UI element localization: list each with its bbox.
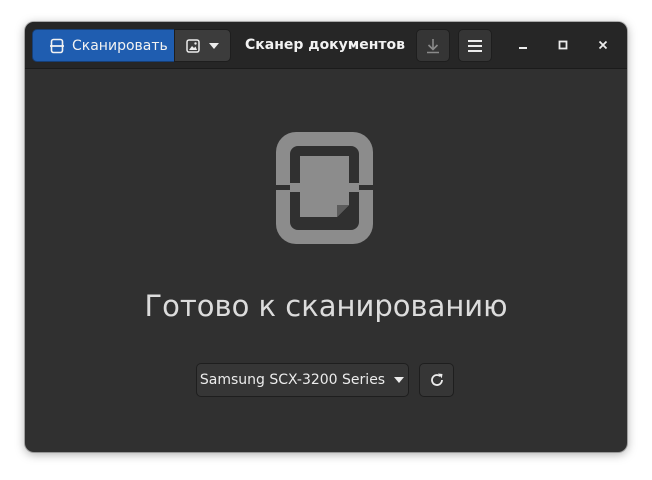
image-icon bbox=[185, 38, 200, 53]
chevron-down-icon bbox=[208, 42, 220, 50]
close-button[interactable] bbox=[591, 33, 615, 57]
hamburger-menu-icon bbox=[467, 39, 483, 53]
scan-button-label: Сканировать bbox=[72, 37, 168, 54]
window-title: Сканер документов bbox=[244, 37, 406, 53]
status-message: Готово к сканированию bbox=[144, 289, 508, 323]
document-scanner-icon bbox=[276, 132, 373, 244]
scan-type-menu-button[interactable] bbox=[174, 29, 231, 62]
device-select-label: Samsung SCX-3200 Series bbox=[199, 372, 386, 388]
header-bar: Сканировать Сканер документов bbox=[25, 22, 627, 69]
refresh-icon bbox=[429, 372, 445, 388]
chevron-down-icon bbox=[393, 376, 405, 384]
scan-button[interactable]: Сканировать bbox=[32, 29, 175, 62]
maximize-button[interactable] bbox=[551, 33, 575, 57]
download-icon bbox=[425, 38, 441, 54]
scanner-device-select[interactable]: Samsung SCX-3200 Series bbox=[196, 363, 409, 397]
save-button[interactable] bbox=[416, 29, 450, 62]
minimize-button[interactable] bbox=[511, 33, 535, 57]
maximize-icon bbox=[558, 40, 568, 50]
app-window: Сканировать Сканер документов Готово к с… bbox=[25, 22, 627, 452]
scanner-icon bbox=[49, 38, 65, 54]
main-content: Готово к сканированию Samsung SCX-3200 S… bbox=[25, 69, 627, 452]
close-icon bbox=[598, 40, 608, 50]
minimize-icon bbox=[518, 40, 528, 50]
main-menu-button[interactable] bbox=[458, 29, 492, 62]
refresh-devices-button[interactable] bbox=[419, 363, 454, 397]
